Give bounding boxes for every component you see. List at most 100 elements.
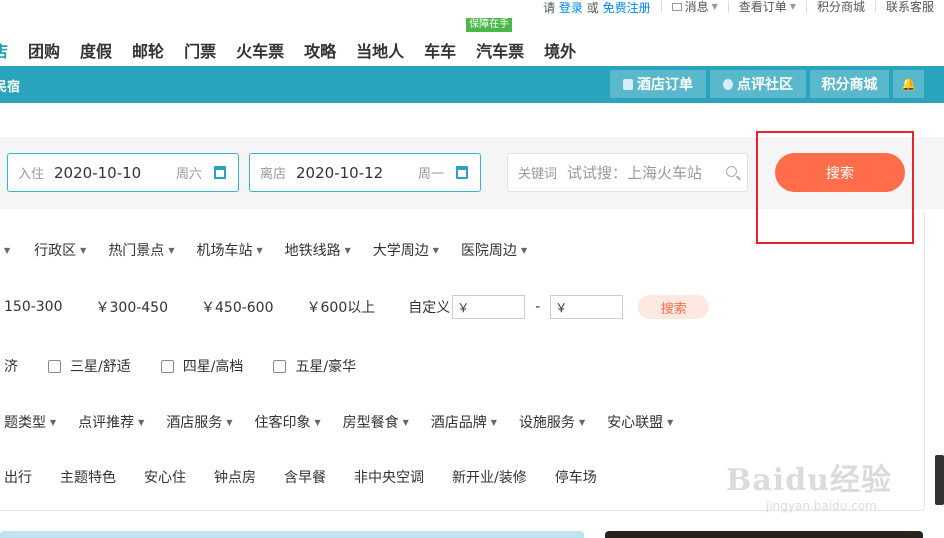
filter-theme-type[interactable]: 题类型 ▼	[4, 412, 56, 432]
price-option-3[interactable]: ￥450-600	[201, 297, 274, 317]
tag-theme[interactable]: 主题特色	[60, 467, 116, 487]
chevron-down-icon: ▼	[344, 245, 351, 255]
chevron-down-icon: ▼	[432, 245, 439, 255]
nav-item-cruise[interactable]: 邮轮	[132, 38, 164, 62]
points-mall-button[interactable]: 积分商城	[810, 70, 889, 98]
filter-facilities[interactable]: 设施服务 ▼	[519, 412, 585, 432]
filter-district-label: 行政区	[34, 243, 77, 259]
tag-parking[interactable]: 停车场	[555, 467, 597, 487]
orders-menu[interactable]: 查看订单 ▼	[727, 1, 806, 13]
keyword-field[interactable]: 关键词	[507, 153, 748, 192]
watermark-url: jingyan.baidu.com	[766, 499, 877, 513]
nav-item-overseas[interactable]: 境外	[544, 38, 576, 62]
filter-guest-impression[interactable]: 住客印象 ▼	[254, 412, 320, 432]
filter-district[interactable]: 行政区 ▼	[34, 240, 86, 260]
watermark-brand: Baidu经验	[726, 463, 892, 498]
star-economy-partial[interactable]: 济	[4, 356, 18, 376]
mail-icon	[671, 3, 682, 11]
price-option-2[interactable]: ￥300-450	[96, 297, 169, 317]
checkin-field[interactable]: 入住 2020-10-10 周六	[7, 153, 239, 192]
filter-room-meal-label: 房型餐食	[342, 415, 399, 431]
login-link[interactable]: 登录	[559, 1, 583, 15]
service-menu[interactable]: 联系客服	[874, 0, 944, 14]
price-search-button[interactable]: 搜索	[638, 295, 710, 319]
nav-item-vacation[interactable]: 度假	[80, 38, 112, 62]
max-price-input[interactable]: ￥	[550, 295, 624, 319]
chevron-down-icon: ▼	[490, 417, 497, 427]
bell-icon: 🔔	[901, 77, 916, 91]
filter-safety-alliance-label: 安心联盟	[607, 415, 664, 431]
star-five-label: 五星/豪华	[295, 359, 357, 375]
chevron-down-icon: ▼	[256, 245, 263, 255]
min-price-input[interactable]: ￥	[452, 295, 526, 319]
checkin-date: 2020-10-10	[54, 163, 142, 182]
custom-price-label: 自定义	[408, 300, 451, 316]
service-label: 联系客服	[885, 0, 934, 14]
nav-item-train[interactable]: 火车票	[236, 38, 284, 62]
nav-item-guides[interactable]: 攻略	[304, 38, 336, 62]
filter-airport-station[interactable]: 机场车站 ▼	[196, 240, 262, 260]
checkbox[interactable]	[160, 359, 174, 373]
filter-room-meal[interactable]: 房型餐食 ▼	[343, 412, 409, 432]
tag-safe-stay[interactable]: 安心住	[144, 467, 186, 487]
chevron-down-icon: ▼	[789, 2, 796, 11]
filter-university[interactable]: 大学周边 ▼	[373, 240, 439, 260]
filter-safety-alliance[interactable]: 安心联盟 ▼	[607, 412, 673, 432]
filter-hospital[interactable]: 医院周边 ▼	[461, 240, 527, 260]
scrollbar[interactable]	[935, 455, 944, 505]
filter-metro[interactable]: 地铁线路 ▼	[285, 240, 351, 260]
nav-item-tickets[interactable]: 门票	[184, 38, 216, 62]
filter-hotel-brand-label: 酒店品牌	[430, 415, 487, 431]
chevron-down-icon: ▼	[711, 2, 718, 11]
checkout-field[interactable]: 离店 2020-10-12 周一	[249, 153, 481, 192]
chevron-down-icon: ▼	[138, 417, 145, 427]
messages-label: 消息	[684, 0, 709, 14]
price-option-1[interactable]: 150-300	[4, 299, 63, 315]
nav-item-car[interactable]: 车车	[424, 38, 456, 62]
promo-banner-left[interactable]	[0, 531, 584, 538]
reviews-button[interactable]: 点评社区	[710, 70, 806, 98]
notification-button[interactable]: 🔔	[893, 70, 924, 98]
subnav-brand[interactable]: 民宿	[0, 76, 20, 95]
messages-menu[interactable]: 消息 ▼	[660, 0, 728, 14]
filter-hospital-label: 医院周边	[460, 243, 517, 259]
price-option-4[interactable]: ￥600以上	[307, 297, 376, 317]
filter-attractions[interactable]: 热门景点 ▼	[108, 240, 174, 260]
keyword-input[interactable]	[567, 163, 718, 182]
filter-hotel-service[interactable]: 酒店服务 ▼	[166, 412, 232, 432]
points-label: 积分商城	[816, 0, 865, 14]
price-dash: -	[535, 299, 541, 315]
star-five-option[interactable]: 五星/豪华	[273, 356, 356, 376]
star-three-label: 三星/舒适	[70, 359, 131, 375]
filter-hotel-brand[interactable]: 酒店品牌 ▼	[431, 412, 497, 432]
tag-new-renovated[interactable]: 新开业/装修	[452, 467, 527, 487]
chevron-down-icon: ▼	[50, 417, 57, 427]
chevron-down-icon: ▼	[520, 245, 528, 255]
tag-hourly-room[interactable]: 钟点房	[214, 467, 256, 487]
checkbox[interactable]	[48, 359, 61, 373]
filter-review-pick[interactable]: 点评推荐 ▼	[78, 412, 144, 432]
tag-breakfast[interactable]: 含早餐	[284, 467, 326, 487]
login-area: 请 登录 或 免费注册	[543, 0, 661, 16]
nav-item-bus[interactable]: 保障在手 汽车票	[466, 18, 525, 62]
promo-banner-right[interactable]	[605, 531, 923, 538]
points-link[interactable]: 积分商城	[805, 0, 875, 14]
hotel-orders-button[interactable]: 酒店订单	[610, 70, 706, 98]
chevron-down-icon: ▼	[4, 245, 11, 255]
chevron-down-icon: ▼	[168, 245, 175, 255]
more-filter-row: 题类型 ▼ 点评推荐 ▼ 酒店服务 ▼ 住客印象 ▼ 房型餐食 ▼ 酒店品牌 ▼ 设施服务 ▼…	[0, 412, 673, 432]
location-filter-row: ▼ 行政区 ▼ 热门景点 ▼ 机场车站 ▼ 地铁线路 ▼ 大学周边 ▼ 医院周边 ▼	[0, 240, 527, 260]
nav-item-group-buy[interactable]: 团购	[28, 38, 60, 62]
nav-item-locals[interactable]: 当地人	[356, 38, 404, 62]
star-three-option[interactable]: 三星/舒适	[48, 356, 131, 376]
filter-airport-station-label: 机场车站	[196, 243, 253, 259]
register-link[interactable]: 免费注册	[603, 1, 651, 15]
filter-hotel-service-label: 酒店服务	[166, 415, 223, 431]
checkbox[interactable]	[273, 359, 287, 373]
star-four-option[interactable]: 四星/高档	[160, 356, 243, 376]
tag-travel[interactable]: 出行	[4, 467, 32, 487]
nav-item-bus-label: 汽车票	[476, 42, 525, 61]
calendar-icon	[214, 166, 226, 179]
tag-no-central-ac[interactable]: 非中央空调	[354, 467, 424, 487]
nav-item-hotel[interactable]: 店	[0, 38, 8, 62]
